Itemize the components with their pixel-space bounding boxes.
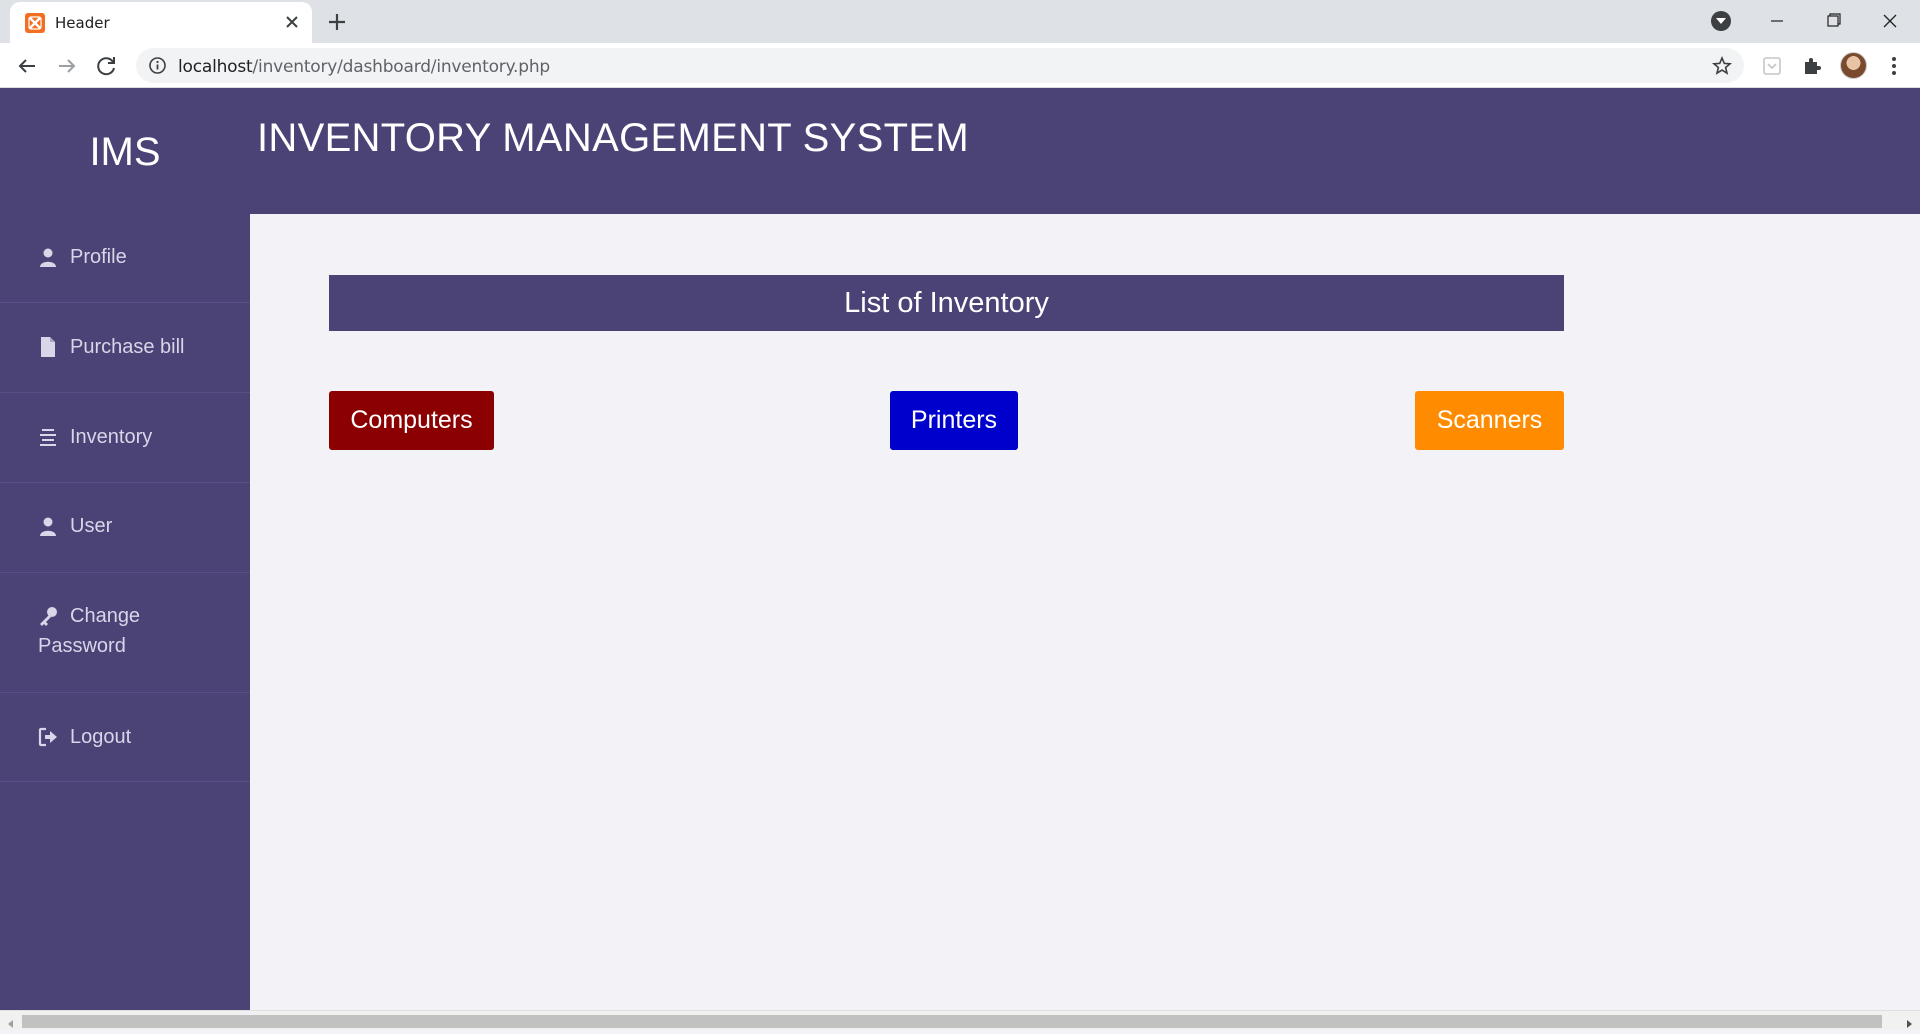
sidebar-item-logout[interactable]: Logout (0, 693, 250, 782)
profile-avatar[interactable] (1840, 52, 1867, 79)
back-arrow-icon[interactable] (13, 52, 41, 80)
logout-icon (38, 727, 58, 747)
info-icon[interactable] (148, 56, 167, 75)
url-host: localhost (178, 57, 253, 77)
reload-icon[interactable] (93, 52, 121, 80)
list-heading: List of Inventory (329, 275, 1564, 331)
scrollbar-thumb[interactable] (22, 1015, 1882, 1028)
tab-search-icon[interactable] (1711, 11, 1731, 31)
sidebar-item-inventory[interactable]: Inventory (0, 393, 250, 483)
sidebar-item-label: Password (38, 635, 126, 657)
sidebar-item-label: Change (70, 605, 141, 627)
xampp-favicon-icon (25, 13, 45, 33)
sidebar-item-label: Logout (70, 726, 132, 748)
sidebar-item-change-password[interactable]: Change Password (0, 573, 250, 693)
file-icon (38, 337, 58, 357)
computers-button[interactable]: Computers (329, 391, 494, 450)
key-icon (38, 606, 58, 626)
app-header: IMS INVENTORY MANAGEMENT SYSTEM (0, 88, 1920, 214)
sidebar-item-profile[interactable]: Profile (0, 214, 250, 303)
user-icon (38, 247, 58, 267)
horizontal-scrollbar[interactable] (0, 1010, 1920, 1030)
printers-button[interactable]: Printers (890, 391, 1018, 450)
minimize-icon[interactable] (1757, 6, 1797, 36)
extension-icon[interactable] (1760, 54, 1784, 78)
url-text: localhost/inventory/dashboard/inventory.… (178, 57, 550, 77)
browser-toolbar: localhost/inventory/dashboard/inventory.… (0, 43, 1920, 88)
scroll-left-icon[interactable] (6, 1016, 16, 1028)
close-window-icon[interactable] (1870, 6, 1910, 36)
scanners-button[interactable]: Scanners (1415, 391, 1564, 450)
sidebar-item-purchase-bill[interactable]: Purchase bill (0, 303, 250, 393)
browser-tab-bar: Header (0, 0, 1920, 43)
sidebar-item-user[interactable]: User (0, 483, 250, 573)
bookmark-star-icon[interactable] (1711, 55, 1733, 77)
page-title: INVENTORY MANAGEMENT SYSTEM (257, 116, 969, 160)
more-options-icon[interactable] (1884, 54, 1904, 78)
close-tab-icon[interactable] (282, 12, 302, 32)
scroll-right-icon[interactable] (1904, 1016, 1914, 1028)
sidebar-item-label: Purchase bill (70, 336, 185, 358)
tab-title: Header (55, 14, 110, 32)
forward-arrow-icon[interactable] (53, 52, 81, 80)
address-bar[interactable]: localhost/inventory/dashboard/inventory.… (136, 48, 1744, 83)
sidebar-item-label: Profile (70, 246, 127, 268)
sidebar-item-label: User (70, 515, 113, 537)
sidebar-item-label: Inventory (70, 426, 153, 448)
user-icon (38, 516, 58, 536)
puzzle-icon[interactable] (1800, 54, 1824, 78)
browser-tab[interactable]: Header (10, 2, 312, 43)
new-tab-icon[interactable] (325, 10, 349, 34)
app-logo[interactable]: IMS (0, 130, 250, 175)
restore-icon[interactable] (1813, 6, 1853, 36)
list-icon (38, 427, 58, 447)
main-content: List of Inventory Computers Printers Sca… (250, 214, 1920, 1010)
sidebar: Profile Purchase bill Inventory User Cha… (0, 214, 250, 1010)
url-path: /inventory/dashboard/inventory.php (252, 57, 551, 77)
